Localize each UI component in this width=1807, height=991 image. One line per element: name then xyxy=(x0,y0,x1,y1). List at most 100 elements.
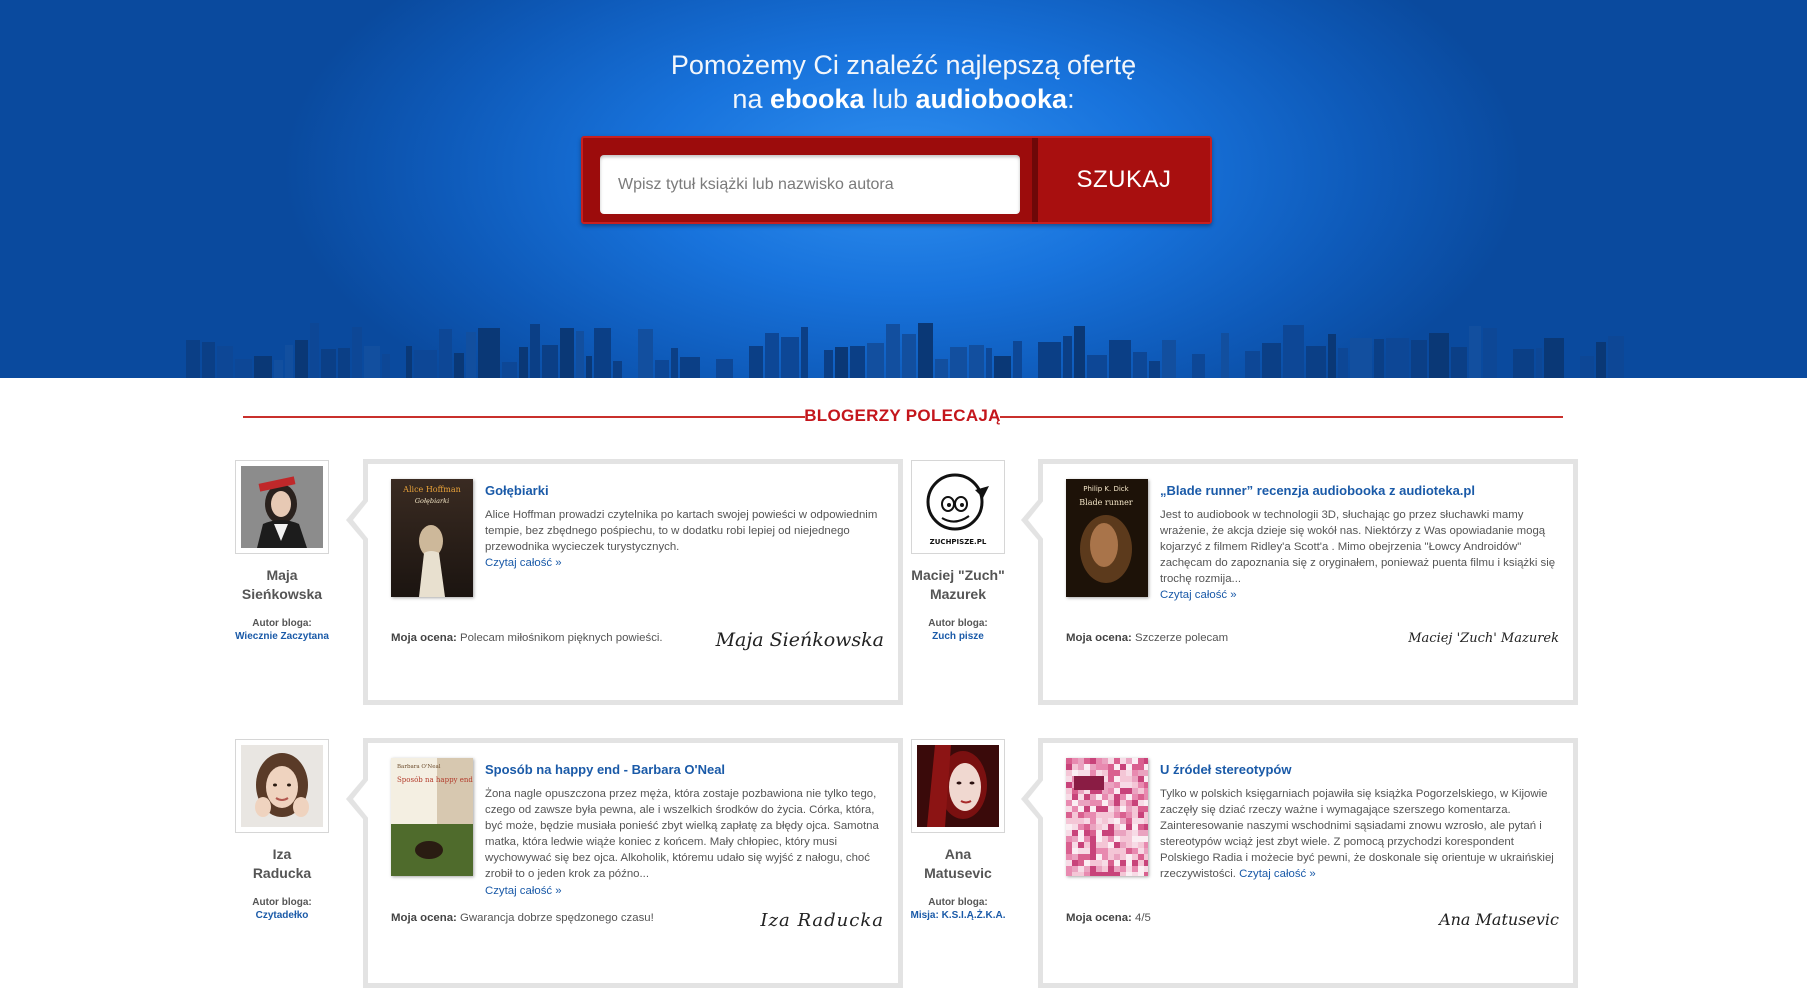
book-title-link[interactable]: U źródeł stereotypów xyxy=(1160,762,1558,777)
blogger-name: Maciej "Zuch" Mazurek xyxy=(911,567,1005,602)
book-spine xyxy=(1429,333,1449,378)
book-spine xyxy=(406,346,412,378)
book-spine xyxy=(918,323,933,378)
book-cover[interactable] xyxy=(1066,758,1148,876)
book-spine xyxy=(576,331,584,378)
book-cover[interactable]: Barbara O'Neal Sposób na happy end xyxy=(391,758,473,876)
book-title-link[interactable]: „Blade runner” recenzja audiobooka z aud… xyxy=(1160,483,1558,498)
book-spine xyxy=(235,359,252,378)
book-spine xyxy=(950,347,967,378)
blog-link[interactable]: Wiecznie Zaczytana xyxy=(234,631,330,642)
book-spine xyxy=(530,324,540,378)
hero-line-2-prefix: na xyxy=(732,84,770,114)
book-spine xyxy=(765,333,779,378)
blog-link[interactable]: Zuch pisze xyxy=(910,631,1006,642)
book-spine xyxy=(1374,339,1384,378)
book-spine xyxy=(1608,336,1624,378)
hero-heading: Pomożemy Ci znaleźć najlepszą ofertę na … xyxy=(0,48,1807,116)
book-title-link[interactable]: Sposób na happy end - Barbara O'Neal xyxy=(485,762,883,777)
book-spine xyxy=(1063,336,1072,378)
avatar[interactable] xyxy=(241,466,323,548)
book-spine xyxy=(519,347,528,378)
hero-line-1: Pomożemy Ci znaleźć najlepszą ofertę xyxy=(670,50,1137,80)
review-excerpt: Alice Hoffman prowadzi czytelnika po kar… xyxy=(485,509,878,570)
recommendation-card: Barbara O'Neal Sposób na happy end Sposó… xyxy=(346,738,903,988)
book-spine xyxy=(749,346,763,378)
review-excerpt: Jest to audiobook w technologii 3D, słuc… xyxy=(1160,509,1556,602)
book-spine xyxy=(542,345,558,378)
book-spine xyxy=(1350,338,1372,378)
cover-author: Philip K. Dick xyxy=(1083,485,1129,493)
signature: Ana Matusevic xyxy=(1439,910,1559,929)
book-spine xyxy=(1038,342,1061,378)
book-spine xyxy=(680,357,700,378)
book-spine xyxy=(986,348,992,378)
read-more-link[interactable]: Czytaj całość » xyxy=(485,885,562,897)
book-spine xyxy=(867,343,884,378)
book-spine xyxy=(835,347,848,378)
book-spine xyxy=(1221,333,1229,378)
rating: Moja ocena: Gwarancja dobrze spędzonego … xyxy=(391,912,654,924)
book-spine xyxy=(1411,340,1427,378)
blogger-avatar-frame xyxy=(911,739,1005,833)
book-spine xyxy=(254,356,272,378)
blog-link[interactable]: Czytadełko xyxy=(234,910,330,921)
book-spine xyxy=(671,348,678,378)
hero-banner: Pomożemy Ci znaleźć najlepszą ofertę na … xyxy=(0,0,1807,378)
blogger-avatar-frame xyxy=(235,739,329,833)
blogger-name: Iza Raducka xyxy=(252,846,312,881)
book-spine xyxy=(1013,341,1022,378)
book-spine xyxy=(1386,338,1409,378)
book-spine xyxy=(439,329,452,378)
avatar[interactable] xyxy=(241,745,323,827)
blog-label: Autor bloga: xyxy=(928,618,988,629)
rating: Moja ocena: Szczerze polecam xyxy=(1066,632,1229,644)
book-spine xyxy=(655,360,669,378)
bookshelf-decoration xyxy=(186,323,1624,378)
blog-label: Autor bloga: xyxy=(252,618,312,629)
book-spine xyxy=(186,340,200,378)
book-spine xyxy=(1262,343,1281,378)
blogger-name: Maja Sieńkowska xyxy=(241,567,323,602)
book-spine xyxy=(781,337,799,378)
blogger-name: Ana Matusevic xyxy=(924,846,992,881)
read-more-link[interactable]: Czytaj całość » xyxy=(485,557,562,569)
book-title-link[interactable]: Gołębiarki xyxy=(485,483,883,498)
search-input[interactable] xyxy=(600,155,1020,214)
blog-link[interactable]: Misja: K.S.I.Ą.Ż.K.A. xyxy=(910,910,1006,921)
book-spine xyxy=(1328,334,1336,378)
review-excerpt: Żona nagle opuszczona przez męża, która … xyxy=(485,788,879,897)
signature: Maciej 'Zuch' Mazurek xyxy=(1408,631,1559,646)
avatar[interactable]: ZUCHPISZE.PL xyxy=(917,466,999,548)
blogger-ana: Ana Matusevic Autor bloga: Misja: K.S.I.Ą… xyxy=(910,739,1006,921)
blogger-maja: Maja Sieńkowska Autor bloga: Wiecznie Zac… xyxy=(234,460,330,642)
book-spine xyxy=(310,323,319,378)
book-spine xyxy=(886,324,900,378)
book-spine xyxy=(478,328,500,378)
book-spine xyxy=(716,359,733,378)
hero-line-2-mid: lub xyxy=(864,84,916,114)
read-more-link[interactable]: Czytaj całość » xyxy=(1160,589,1237,601)
search-button[interactable]: SZUKAJ xyxy=(1038,138,1210,222)
book-spine xyxy=(1544,338,1564,378)
section-divider-left xyxy=(243,416,805,418)
book-cover[interactable]: Alice Hoffman Gołębiarki xyxy=(391,479,473,597)
book-spine xyxy=(321,349,336,378)
book-spine xyxy=(994,356,1011,378)
hero-line-2: na ebooka lub audiobooka: xyxy=(0,82,1807,116)
blogger-avatar-frame xyxy=(235,460,329,554)
review-excerpt: Tylko w polskich księgarniach pojawiła s… xyxy=(1160,788,1554,881)
book-cover[interactable]: Philip K. Dick Blade runner xyxy=(1066,479,1148,597)
book-spine xyxy=(274,360,283,378)
section-divider-right xyxy=(1000,416,1563,418)
book-spine xyxy=(586,356,592,378)
book-spine xyxy=(502,362,517,378)
book-spine xyxy=(1283,325,1304,378)
book-spine xyxy=(935,359,948,378)
avatar[interactable] xyxy=(917,745,999,827)
read-more-link[interactable]: Czytaj całość » xyxy=(1239,868,1316,880)
search-box: SZUKAJ xyxy=(581,136,1212,224)
book-spine xyxy=(1133,352,1147,378)
hero-line-2-suffix: : xyxy=(1067,84,1075,114)
book-spine xyxy=(1536,348,1542,378)
